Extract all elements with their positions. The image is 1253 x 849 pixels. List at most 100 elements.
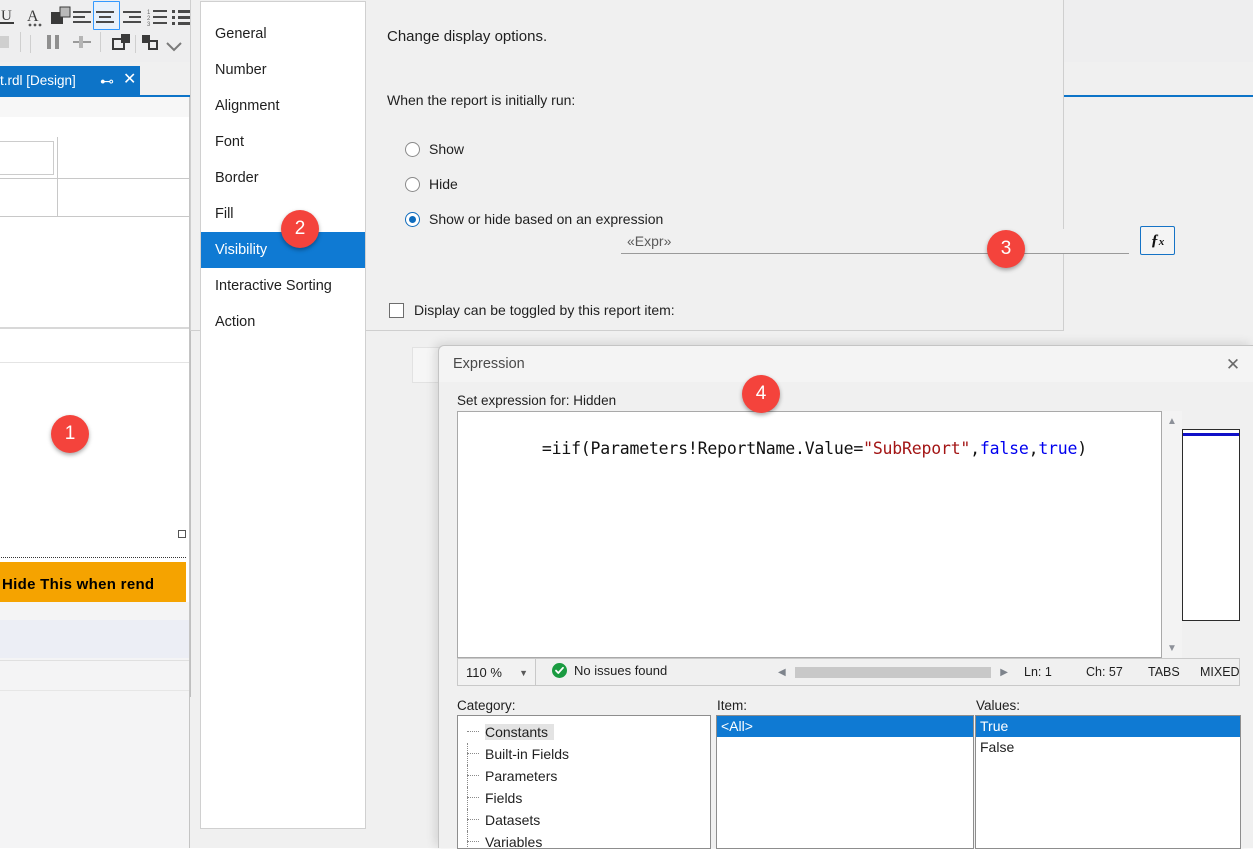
table-cell[interactable] <box>0 179 58 217</box>
code-token: =iif(Parameters!ReportName.Value= <box>542 439 863 458</box>
editor-vertical-scrollbar[interactable]: ▲ ▼ <box>1162 411 1182 658</box>
tree-item-datasets[interactable]: Datasets <box>458 809 710 831</box>
tree-connector <box>467 809 468 831</box>
report-textbox-hide-this[interactable]: Hide This when rend <box>0 562 186 606</box>
expression-dialog-titlebar[interactable]: Expression ✕ <box>439 346 1253 382</box>
nav-item-interactive-sorting[interactable]: Interactive Sorting <box>201 268 365 304</box>
toggle-display-checkbox-row[interactable]: Display can be toggled by this report it… <box>389 302 675 318</box>
close-icon[interactable]: ✕ <box>123 71 136 89</box>
nav-item-general[interactable]: General <box>201 16 365 52</box>
minimap-current-line <box>1183 433 1239 436</box>
checkbox-icon[interactable] <box>389 303 404 318</box>
report-lower-pane <box>0 602 190 848</box>
zoom-level-combobox[interactable]: 110 % ▼ <box>458 659 536 685</box>
scrollbar-thumb[interactable] <box>795 667 992 678</box>
nav-item-border[interactable]: Border <box>201 160 365 196</box>
list-item-true[interactable]: True <box>976 716 1240 737</box>
font-color-icon[interactable]: A <box>22 4 48 28</box>
split-cells-icon[interactable] <box>70 30 96 54</box>
tree-item-built-in-fields[interactable]: Built-in Fields <box>458 743 710 765</box>
chevron-down-icon[interactable]: ▼ <box>519 668 528 678</box>
selected-table-cell[interactable] <box>0 141 54 175</box>
expression-code-editor[interactable]: =iif(Parameters!ReportName.Value="SubRep… <box>457 411 1162 658</box>
zoom-level-value: 110 % <box>466 665 502 680</box>
merge-cells-icon[interactable] <box>42 30 68 54</box>
numbered-list-icon[interactable]: 123 <box>146 4 172 28</box>
values-list[interactable]: True False <box>975 715 1241 849</box>
scroll-left-icon[interactable]: ◀ <box>778 667 786 678</box>
char-indicator: Ch: 57 <box>1086 665 1123 679</box>
underline-icon[interactable]: U <box>0 4 22 28</box>
tree-item-label: Fields <box>485 790 522 806</box>
checkbox-label: Display can be toggled by this report it… <box>414 302 675 318</box>
tree-item-parameters[interactable]: Parameters <box>458 765 710 787</box>
nav-item-alignment[interactable]: Alignment <box>201 88 365 124</box>
tree-item-label: Variables <box>485 834 542 849</box>
expression-dialog-title: Expression <box>453 356 525 372</box>
pin-icon[interactable]: ⊷ <box>100 73 114 90</box>
list-item-all[interactable]: <All> <box>717 716 973 737</box>
nav-item-font[interactable]: Font <box>201 124 365 160</box>
table-cell[interactable] <box>58 179 191 217</box>
svg-text:3: 3 <box>147 22 151 28</box>
report-row-divider <box>0 690 190 691</box>
code-token: , <box>1029 439 1039 458</box>
tree-item-constants[interactable]: Constants <box>458 721 710 743</box>
tree-item-fields[interactable]: Fields <box>458 787 710 809</box>
callout-badge-3: 3 <box>987 230 1025 268</box>
tree-connector <box>467 765 468 787</box>
editor-minimap[interactable] <box>1182 429 1240 621</box>
properties-nav-list[interactable]: General Number Alignment Font Border Fil… <box>200 1 366 829</box>
tree-item-variables[interactable]: Variables <box>458 831 710 849</box>
nav-item-number[interactable]: Number <box>201 52 365 88</box>
radio-option-show[interactable]: Show <box>405 139 464 159</box>
callout-badge-1: 1 <box>51 415 89 453</box>
expression-code-line: =iif(Parameters!ReportName.Value="SubRep… <box>464 416 1087 482</box>
toolbar-separator <box>30 35 31 53</box>
radio-option-expression[interactable]: Show or hide based on an expression <box>405 209 663 229</box>
callout-number: 2 <box>295 218 306 240</box>
textbox-properties-dialog: General Number Alignment Font Border Fil… <box>190 0 1064 331</box>
table-cell-icon[interactable] <box>0 30 18 54</box>
callout-badge-2: 2 <box>281 210 319 248</box>
send-to-back-icon[interactable] <box>138 30 164 54</box>
tree-connector <box>467 841 479 842</box>
radio-icon-selected[interactable] <box>405 212 420 227</box>
toolbar-separator <box>20 32 21 52</box>
category-tree[interactable]: Constants Built-in Fields Parameters Fie… <box>457 715 711 849</box>
tree-connector <box>467 775 479 776</box>
editor-horizontal-scrollbar[interactable]: ◀ ▶ <box>778 664 1008 680</box>
radio-option-hide[interactable]: Hide <box>405 174 458 194</box>
report-band-divider <box>0 327 190 329</box>
category-panel-label: Category: <box>457 698 516 713</box>
fx-expression-button[interactable]: ƒx <box>1140 226 1175 255</box>
radio-label: Hide <box>429 176 458 192</box>
scroll-down-icon[interactable]: ▼ <box>1162 638 1182 658</box>
line-indicator: Ln: 1 <box>1024 665 1052 679</box>
code-token: ) <box>1077 439 1087 458</box>
table-cell[interactable] <box>58 137 191 179</box>
align-right-icon[interactable] <box>120 4 146 28</box>
resize-handle[interactable] <box>178 530 186 538</box>
radio-icon[interactable] <box>405 142 420 157</box>
item-list[interactable]: <All> <box>716 715 974 849</box>
nav-item-action[interactable]: Action <box>201 304 365 340</box>
bring-to-front-icon[interactable] <box>110 30 136 54</box>
svg-text:U: U <box>1 8 12 24</box>
expression-input[interactable]: «Expr» <box>621 229 1129 254</box>
radio-label: Show <box>429 141 464 157</box>
issues-status: No issues found <box>552 663 667 678</box>
tree-connector <box>467 731 479 732</box>
document-tab-label: t.rdl [Design] <box>0 73 76 88</box>
align-center-icon[interactable] <box>93 4 119 28</box>
radio-icon[interactable] <box>405 177 420 192</box>
scroll-right-icon[interactable]: ▶ <box>1000 667 1008 678</box>
overflow-chevron-icon[interactable] <box>162 34 188 58</box>
close-icon[interactable]: ✕ <box>1221 353 1245 375</box>
tabs-indicator: TABS <box>1148 665 1180 679</box>
code-token-string: "SubReport" <box>863 439 970 458</box>
document-tab-rdl-design[interactable]: t.rdl [Design] ⊷ ✕ <box>0 66 140 97</box>
scroll-up-icon[interactable]: ▲ <box>1162 411 1182 431</box>
check-circle-icon <box>552 663 567 678</box>
list-item-false[interactable]: False <box>976 737 1240 758</box>
